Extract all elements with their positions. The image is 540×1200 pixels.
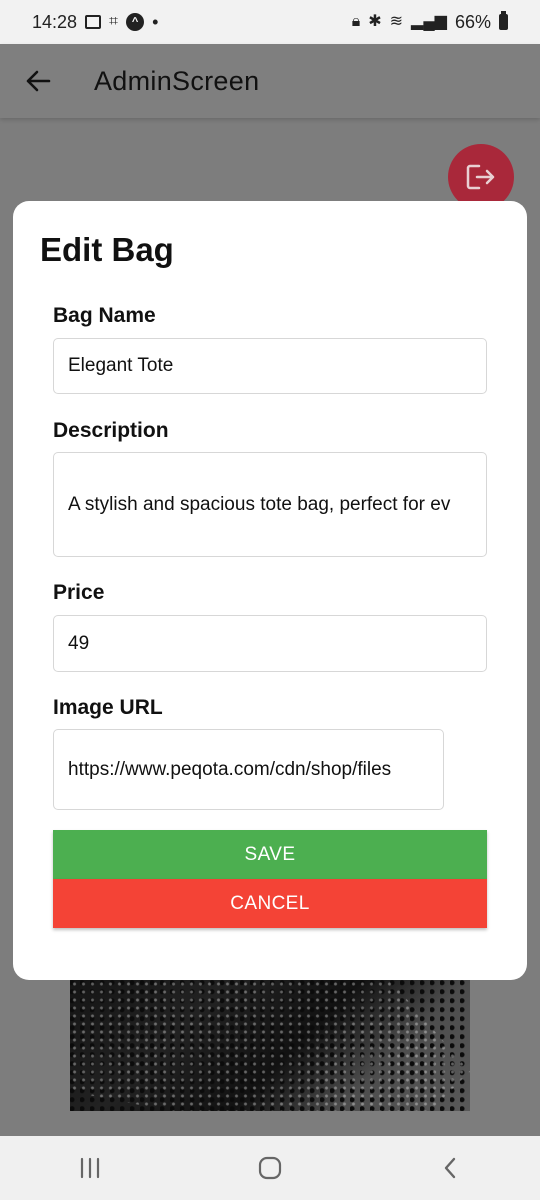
back-nav-button[interactable] (420, 1146, 480, 1190)
status-time: 14:28 (32, 11, 78, 32)
app-bar: AdminScreen (0, 44, 540, 118)
description-label: Description (53, 419, 169, 442)
image-url-value: https://www.peqota.com/cdn/shop/files (68, 758, 392, 780)
description-input[interactable]: A stylish and spacious tote bag, perfect… (53, 452, 487, 557)
edit-bag-modal: Edit Bag Bag Name Elegant Tote Descripti… (13, 201, 527, 980)
image-url-label: Image URL (53, 696, 163, 719)
description-value: A stylish and spacious tote bag, perfect… (68, 493, 451, 515)
bag-name-input[interactable]: Elegant Tote (53, 338, 487, 394)
price-value: 49 (68, 632, 90, 654)
battery-percent: 66% (454, 11, 491, 32)
recent-apps-button[interactable] (60, 1146, 120, 1190)
cancel-button[interactable]: CANCEL (53, 879, 487, 928)
logout-icon (466, 164, 495, 190)
home-icon (258, 1156, 282, 1180)
more-notifications-dot: • (152, 11, 159, 32)
battery-icon (499, 11, 508, 30)
save-button[interactable]: SAVE (53, 830, 487, 879)
price-label: Price (53, 581, 105, 604)
bag-image (70, 980, 470, 1111)
lock-icon: 🔒︎ (351, 13, 361, 30)
bluetooth-icon: ✱ (368, 13, 382, 30)
bag-name-label: Bag Name (53, 304, 156, 327)
price-input[interactable]: 49 (53, 615, 487, 672)
bag-name-value: Elegant Tote (68, 355, 174, 376)
gallery-icon (85, 15, 102, 29)
arrow-left-icon[interactable] (16, 59, 60, 103)
modal-title: Edit Bag (40, 231, 174, 268)
image-url-input[interactable]: https://www.peqota.com/cdn/shop/files (53, 729, 444, 810)
recent-apps-icon (80, 1157, 100, 1179)
screenshot-icon: ⌗ (109, 13, 119, 30)
app-notification-icon: ^ (126, 13, 145, 31)
status-right: 🔒︎ ✱ ≋ ▂▄▆ 66% (351, 11, 508, 33)
back-chevron-icon (444, 1157, 456, 1179)
signal-icon: ▂▄▆ (411, 13, 447, 30)
wifi-icon: ≋ (389, 13, 404, 30)
status-bar: 14:28 ⌗ ^ • 🔒︎ ✱ ≋ ▂▄▆ 66% (0, 0, 540, 44)
status-left: 14:28 ⌗ ^ • (32, 12, 158, 33)
home-button[interactable] (240, 1146, 300, 1190)
page-title: AdminScreen (94, 65, 260, 96)
system-nav-bar (0, 1136, 540, 1200)
